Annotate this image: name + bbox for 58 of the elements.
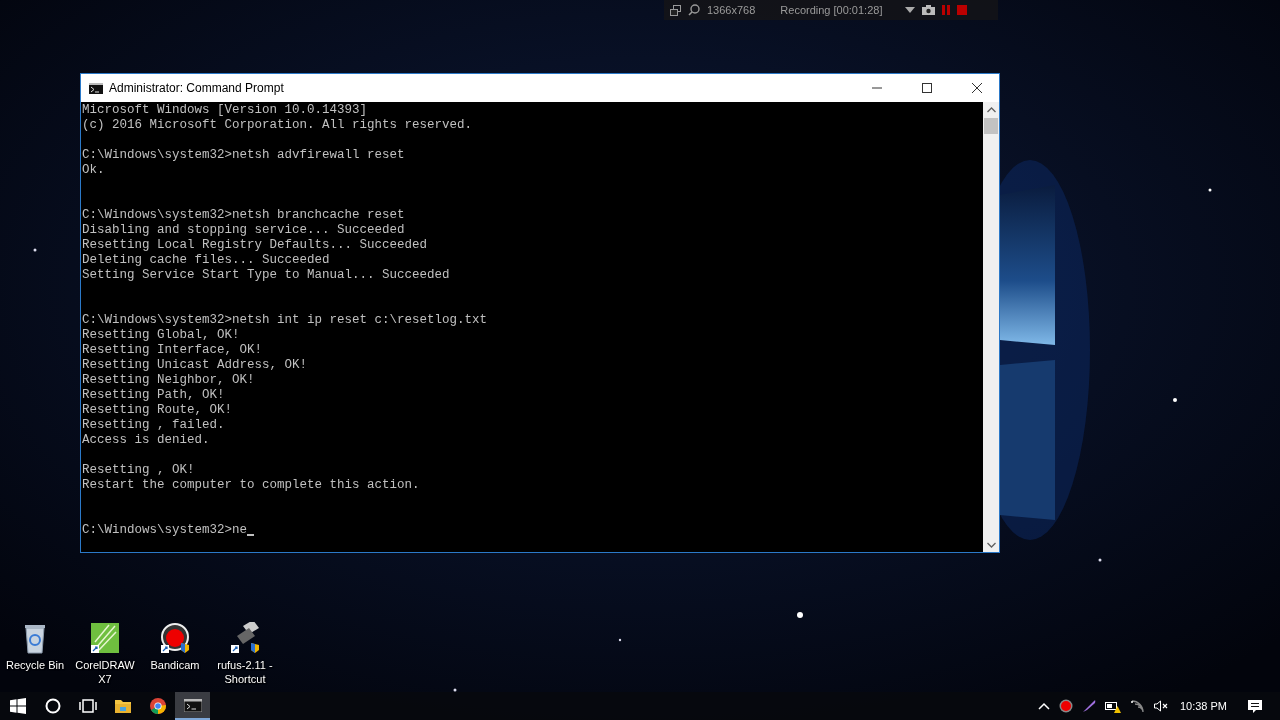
scrollbar[interactable] (983, 102, 999, 552)
windows-logo-icon (9, 698, 26, 714)
usb-drive-icon (229, 622, 261, 654)
resolution-label: 1366x768 (707, 4, 756, 16)
notification-icon[interactable] (1247, 698, 1263, 714)
console-line: Resetting , failed. (82, 418, 225, 433)
scroll-up-icon[interactable] (986, 107, 996, 113)
console-line: Ok. (82, 163, 105, 178)
pause-icon[interactable] (942, 5, 951, 15)
folder-icon (114, 699, 131, 713)
recording-status: Recording [00:01:28] (780, 4, 883, 16)
console-line: Resetting , OK! (82, 463, 195, 478)
taskbar-button[interactable] (175, 692, 210, 720)
console-line: Restart the computer to complete this action. (82, 478, 420, 493)
desktop-shortcut[interactable]: Bandicam (140, 622, 210, 686)
browser-icon (149, 698, 166, 714)
console-line: Access is denied. (82, 433, 210, 448)
scroll-down-icon[interactable] (986, 542, 996, 548)
wifi-icon[interactable] (1129, 699, 1145, 713)
desktop-shortcut[interactable]: rufus-2.11 - Shortcut (210, 622, 280, 686)
clock[interactable]: 10:38 PM (1179, 700, 1227, 712)
desktop-shortcut[interactable]: CorelDRAW X7 (70, 622, 140, 686)
maximize-icon (922, 83, 932, 93)
window-title: Administrator: Command Prompt (109, 81, 284, 95)
console-line: Resetting Local Registry Defaults... Succeeded (82, 238, 428, 253)
console-line: Resetting Global, OK! (82, 328, 240, 343)
dropdown-icon[interactable] (905, 7, 916, 13)
console-line: (c) 2016 Microsoft Corporation. All rights reserved. (82, 118, 473, 133)
console-line: C:\Windows\system32>netsh int ip reset c:\resetlog.txt (82, 313, 488, 328)
camera-icon[interactable] (922, 5, 936, 15)
speaker-muted-icon[interactable] (1153, 700, 1170, 712)
console-line: Resetting Unicast Address, OK! (82, 358, 308, 373)
search-icon (688, 4, 700, 16)
windows-overlap-icon (670, 4, 681, 16)
chevron-up-icon[interactable] (1037, 702, 1050, 710)
console-line: Microsoft Windows [Version 10.0.14393] (82, 103, 368, 118)
task-view-icon (78, 699, 97, 713)
scroll-thumb[interactable] (984, 118, 998, 134)
record-app-icon (159, 622, 191, 654)
console-line: Resetting Neighbor, OK! (82, 373, 255, 388)
console-line: C:\Windows\system32>netsh branchcache reset (82, 208, 405, 223)
console-line: Disabling and stopping service... Succeeded (82, 223, 405, 238)
terminal-icon (183, 698, 202, 712)
drawing-app-icon (89, 622, 121, 654)
console-line: Resetting Interface, OK! (82, 343, 263, 358)
console-line: C:\Windows\system32>netsh advfirewall reset (82, 148, 405, 163)
console-line: C:\Windows\system32>ne (82, 523, 248, 538)
desktop-shortcut[interactable]: Recycle Bin (0, 622, 70, 686)
close-icon (972, 83, 982, 93)
battery-warning-icon[interactable] (1104, 699, 1121, 713)
console-line: Resetting Path, OK! (82, 388, 225, 403)
console-line: Resetting Route, OK! (82, 403, 233, 418)
record-icon[interactable] (1058, 699, 1073, 713)
console-line: Deleting cache files... Succeeded (82, 253, 330, 268)
terminal-icon (89, 82, 103, 94)
stop-icon[interactable] (957, 5, 968, 15)
search-ring-icon (44, 698, 61, 714)
console-line: Setting Service Start Type to Manual... Succeeded (82, 268, 450, 283)
